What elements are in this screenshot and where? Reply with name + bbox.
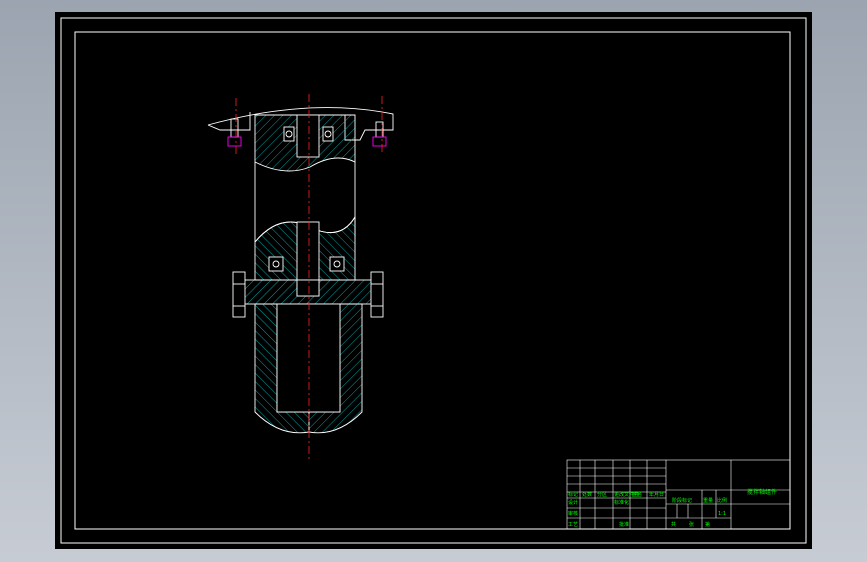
tb-label-sheets: 张 xyxy=(689,521,694,528)
tb-label-ratio: 比例 xyxy=(717,497,727,504)
bolt-flange-right xyxy=(370,271,384,318)
outer-border xyxy=(60,17,807,544)
inner-border xyxy=(74,31,791,530)
tb-label-stage-mark: 阶段标记 xyxy=(672,497,692,504)
bearing-top-right xyxy=(322,126,334,142)
tb-label-zone: 分区 xyxy=(597,491,607,498)
bolt-flange-left xyxy=(232,271,246,318)
tb-label-total: 共 xyxy=(671,521,676,528)
drawing-canvas: 标记 处数 分区 更改文件号 签名 年月日 设计 标准化 工艺 审核 批准 阶段… xyxy=(60,17,807,544)
tb-label-process: 工艺 xyxy=(568,522,578,528)
drawing-sheet: 标记 处数 分区 更改文件号 签名 年月日 设计 标准化 工艺 审核 批准 阶段… xyxy=(55,12,812,549)
bolt-top-left xyxy=(230,118,239,138)
tb-label-count: 处数 xyxy=(582,491,592,498)
assembly-drawing xyxy=(207,107,394,434)
bearing-top-left xyxy=(283,126,295,142)
bearing-bottom-right xyxy=(329,256,345,272)
tb-label-review: 审核 xyxy=(568,510,578,517)
tb-label-approve: 批准 xyxy=(619,521,629,528)
drawing-title: 搅拌轴组件 xyxy=(747,488,777,496)
bearing-bottom-left xyxy=(268,256,284,272)
tb-label-design: 设计 xyxy=(568,499,578,506)
tb-scale-value: 1:1 xyxy=(718,511,726,517)
tb-label-no: 第 xyxy=(705,521,710,528)
tb-label-standardization: 标准化 xyxy=(614,499,629,506)
cad-viewport[interactable]: 标记 处数 分区 更改文件号 签名 年月日 设计 标准化 工艺 审核 批准 阶段… xyxy=(0,0,867,562)
tb-label-weight: 重量 xyxy=(703,497,713,504)
tb-label-mark: 标记 xyxy=(568,491,578,498)
tb-label-sign: 签名 xyxy=(632,491,642,498)
tb-label-date: 年月日 xyxy=(649,491,664,498)
